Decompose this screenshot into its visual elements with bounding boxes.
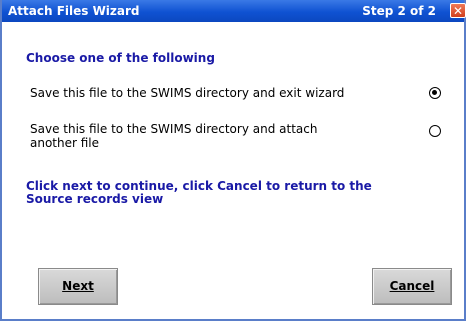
window-title: Attach Files Wizard (8, 4, 140, 18)
cancel-button[interactable]: Cancel (372, 268, 452, 305)
radio-exit-wizard[interactable] (429, 87, 441, 99)
close-icon: ✕ (452, 4, 464, 18)
radio-selected-icon (432, 90, 437, 95)
radio-attach-another[interactable] (429, 125, 441, 137)
wizard-window: Attach Files Wizard Step 2 of 2 ✕ Choose… (0, 0, 466, 321)
instruction-text: Click next to continue, click Cancel to … (26, 179, 372, 206)
option-exit-wizard-label[interactable]: Save this file to the SWIMS directory an… (30, 86, 410, 100)
option-attach-another-label[interactable]: Save this file to the SWIMS directory an… (30, 122, 360, 150)
close-button[interactable]: ✕ (450, 3, 466, 18)
next-button-label: Next (62, 279, 94, 293)
next-button[interactable]: Next (38, 268, 118, 305)
cancel-button-label: Cancel (389, 279, 435, 293)
options-heading: Choose one of the following (26, 51, 215, 65)
title-bar: Attach Files Wizard Step 2 of 2 ✕ (2, 0, 466, 22)
step-indicator: Step 2 of 2 (362, 4, 436, 18)
